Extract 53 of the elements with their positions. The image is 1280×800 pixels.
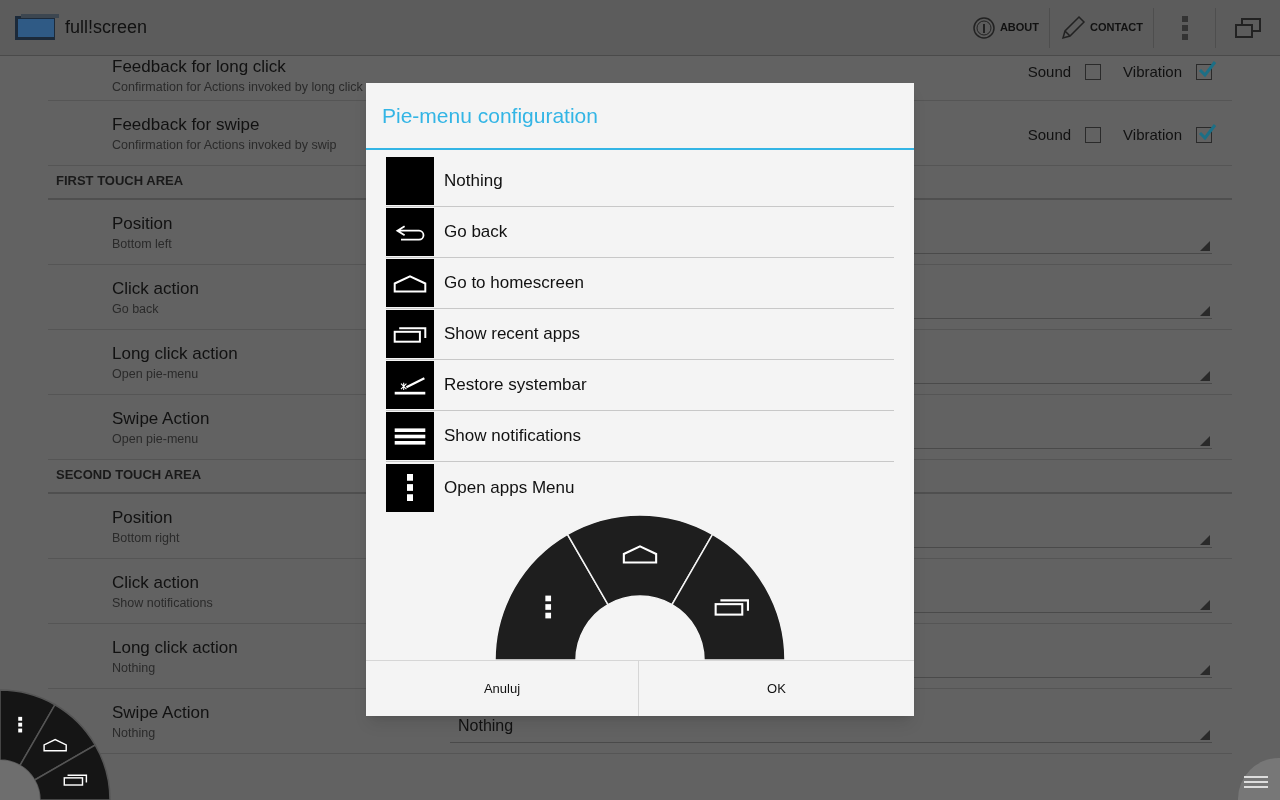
checkbox-label: Sound — [1027, 125, 1072, 145]
option-item[interactable]: Nothing — [386, 156, 894, 207]
checkbox-label: Vibration — [1123, 62, 1182, 82]
setting-title: Long click action — [112, 343, 238, 365]
checkbox[interactable] — [1085, 127, 1102, 144]
pencil-icon — [1060, 14, 1087, 41]
setting-title: Swipe Action — [112, 702, 210, 724]
recent-apps-icon — [63, 774, 88, 786]
cancel-button[interactable]: Anuluj — [366, 661, 639, 716]
setting-summary: Open pie-menu — [112, 366, 199, 383]
setting-title: Click action — [112, 572, 199, 594]
setting-summary: Confirmation for Actions invoked by swip — [112, 137, 337, 154]
info-icon — [971, 15, 996, 40]
lines-icon — [1244, 776, 1268, 788]
setting-title: Position — [112, 213, 173, 235]
setting-title: Click action — [112, 278, 199, 300]
section-header: SECOND TOUCH AREA — [56, 465, 202, 484]
setting-title: Swipe Action — [112, 408, 210, 430]
pie-segment[interactable] — [19, 704, 96, 781]
checkbox[interactable] — [1085, 64, 1102, 81]
setting-summary: Nothing — [112, 660, 156, 677]
setting-summary: Bottom left — [112, 236, 172, 253]
icon-tile — [386, 157, 434, 205]
setting-title: Feedback for long click — [112, 56, 286, 78]
dots-icon — [406, 474, 414, 501]
recent-apps-icon — [714, 599, 749, 616]
option-item[interactable]: Show notifications — [386, 411, 894, 462]
setting-summary: Bottom right — [112, 530, 180, 547]
setting-title: Position — [112, 507, 173, 529]
setting-summary: Nothing — [112, 725, 156, 742]
pie-segment[interactable] — [33, 744, 111, 800]
setting-summary: Open pie-menu — [112, 431, 199, 448]
app-logo-icon — [15, 13, 59, 42]
dots-icon — [18, 716, 23, 733]
option-item[interactable]: Show recent apps — [386, 309, 894, 360]
setting-summary: Show notifications — [112, 595, 213, 612]
setting-summary: Go back — [112, 301, 159, 318]
home-icon — [43, 738, 67, 752]
checkbox-label: Vibration — [1123, 125, 1182, 145]
option-item[interactable]: Open apps Menu — [386, 462, 894, 513]
setting-summary: Confirmation for Actions invoked by long click — [112, 79, 363, 96]
option-item[interactable]: Go to homescreen — [386, 258, 894, 309]
checkbox-label: Sound — [1027, 62, 1072, 82]
dots-icon — [545, 595, 552, 619]
option-item[interactable]: Go back — [386, 207, 894, 258]
section-header: FIRST TOUCH AREA — [56, 171, 184, 190]
pie-center-handle[interactable] — [0, 760, 40, 800]
dialog-title: Pie-menu configuration — [382, 102, 598, 129]
setting-title: Feedback for swipe — [112, 114, 260, 136]
app-title: full!screen — [65, 16, 148, 39]
option-item[interactable]: Restore systembar — [386, 360, 894, 411]
home-icon — [622, 545, 658, 564]
setting-title: Long click action — [112, 637, 238, 659]
